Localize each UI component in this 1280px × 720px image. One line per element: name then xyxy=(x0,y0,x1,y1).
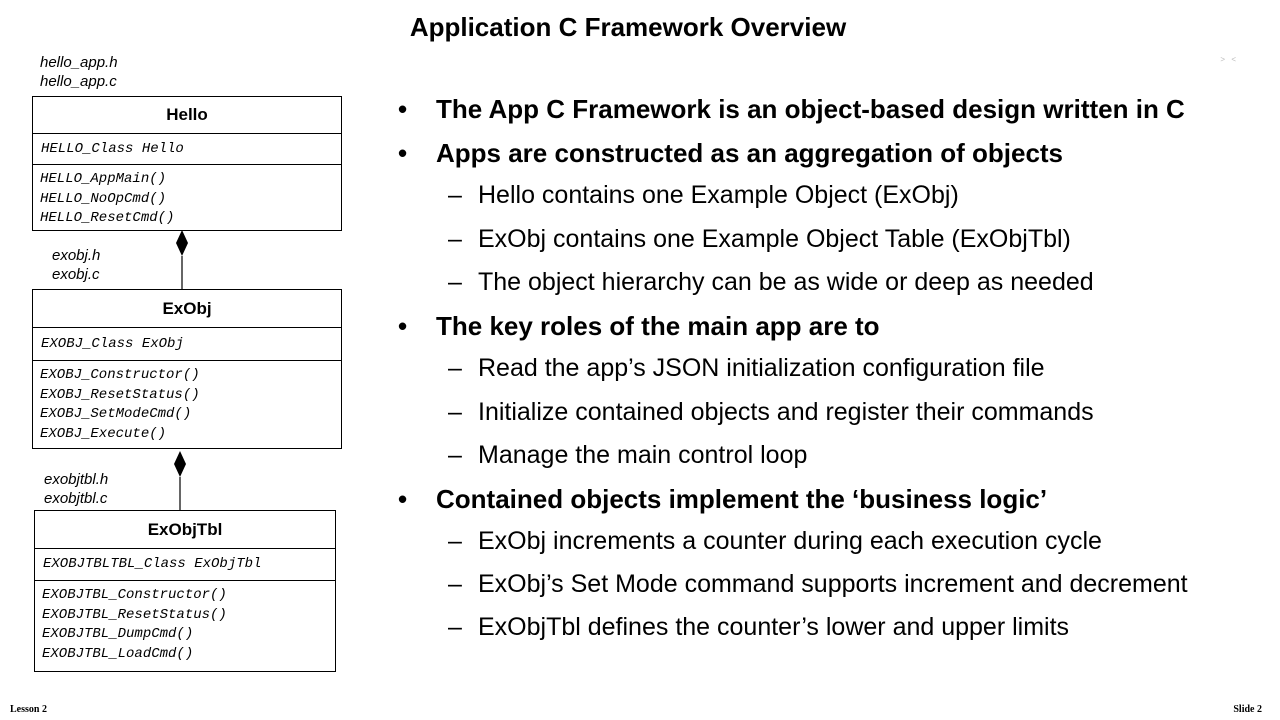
corner-mark: > < xyxy=(1220,55,1238,64)
class-operation: EXOBJTBL_Constructor() xyxy=(42,587,227,603)
bullet-text: Hello contains one Example Object (ExObj… xyxy=(478,181,959,209)
bullet-text: Initialize contained objects and registe… xyxy=(478,398,1094,426)
dash-marker: – xyxy=(448,570,462,598)
file-name: exobj.h xyxy=(52,247,101,264)
class-operation: EXOBJTBL_DumpCmd() xyxy=(42,626,194,642)
bullet-text: The object hierarchy can be as wide or d… xyxy=(478,268,1094,296)
exobjtbl-files: exobjtbl.h exobjtbl.c xyxy=(44,470,108,508)
slide-title: Application C Framework Overview xyxy=(409,12,847,42)
bullet-marker: • xyxy=(398,138,408,168)
class-operation: EXOBJ_Constructor() xyxy=(40,367,200,383)
dash-marker: – xyxy=(448,181,462,209)
bullet-text: The key roles of the main app are to xyxy=(436,311,880,341)
class-name: ExObjTbl xyxy=(35,511,335,549)
bullet-text: Manage the main control loop xyxy=(478,441,808,469)
file-name: exobjtbl.h xyxy=(44,471,109,488)
dash-marker: – xyxy=(448,527,462,555)
hello-files: hello_app.h hello_app.c xyxy=(40,53,118,91)
file-name: hello_app.h xyxy=(40,54,118,71)
composition-diamond xyxy=(174,451,186,477)
class-attribute: EXOBJTBLTBL_Class ExObjTbl xyxy=(35,549,335,581)
class-operations: EXOBJ_Constructor() EXOBJ_ResetStatus() … xyxy=(33,361,341,444)
class-operation: EXOBJTBL_ResetStatus() xyxy=(42,606,227,623)
bullet-text: ExObjTbl defines the counter’s lower and… xyxy=(478,613,1070,641)
bullet-text: ExObj contains one Example Object Table … xyxy=(478,225,1071,253)
bullet-text: Apps are constructed as an aggregation o… xyxy=(436,138,1064,168)
class-attribute: EXOBJ_Class ExObj xyxy=(33,328,341,361)
exobj-files: exobj.h exobj.c xyxy=(52,246,100,284)
class-operation: EXOBJ_ResetStatus() xyxy=(40,386,200,403)
class-operation: EXOBJ_SetModeCmd() xyxy=(40,406,192,422)
bullet-text: Contained objects implement the ‘busines… xyxy=(436,484,1048,514)
class-operation: HELLO_NoOpCmd() xyxy=(40,190,167,207)
dash-marker: – xyxy=(448,268,462,296)
bullet-text: The App C Framework is an object-based d… xyxy=(436,94,1185,124)
bullet-text: ExObj’s Set Mode command supports increm… xyxy=(478,570,1188,598)
class-operations: HELLO_AppMain() HELLO_NoOpCmd() HELLO_Re… xyxy=(33,165,341,229)
class-operations: EXOBJTBL_Constructor() EXOBJTBL_ResetSta… xyxy=(35,581,335,664)
class-operation: HELLO_ResetCmd() xyxy=(40,210,175,226)
class-operation: EXOBJTBL_LoadCmd() xyxy=(42,645,194,662)
composition-diamond xyxy=(176,230,188,256)
class-name: ExObj xyxy=(33,290,341,328)
exobjtbl-class-box: ExObjTbl EXOBJTBLTBL_Class ExObjTbl EXOB… xyxy=(34,510,336,672)
file-name: exobjtbl.c xyxy=(44,490,108,507)
bullet-text: ExObj increments a counter during each e… xyxy=(478,527,1102,555)
bullet-marker: • xyxy=(398,94,408,124)
dash-marker: – xyxy=(448,613,462,641)
file-name: exobj.c xyxy=(52,266,100,283)
dash-marker: – xyxy=(448,441,462,469)
dash-marker: – xyxy=(448,354,462,382)
class-operation: EXOBJ_Execute() xyxy=(40,425,167,442)
hello-class-box: Hello HELLO_Class Hello HELLO_AppMain() … xyxy=(32,96,342,231)
bullet-marker: • xyxy=(398,484,408,514)
dash-marker: – xyxy=(448,225,462,253)
bullet-text: Read the app’s JSON initialization confi… xyxy=(478,354,1045,382)
bullet-marker: • xyxy=(398,311,408,341)
footer-lesson: Lesson 2 xyxy=(10,704,47,715)
footer-slide: Slide 2 xyxy=(1233,704,1262,715)
file-name: hello_app.c xyxy=(40,73,117,90)
class-attribute: HELLO_Class Hello xyxy=(33,134,341,165)
exobj-class-box: ExObj EXOBJ_Class ExObj EXOBJ_Constructo… xyxy=(32,289,342,449)
dash-marker: – xyxy=(448,398,462,426)
class-operation: HELLO_AppMain() xyxy=(40,171,167,187)
class-name: Hello xyxy=(33,97,341,134)
